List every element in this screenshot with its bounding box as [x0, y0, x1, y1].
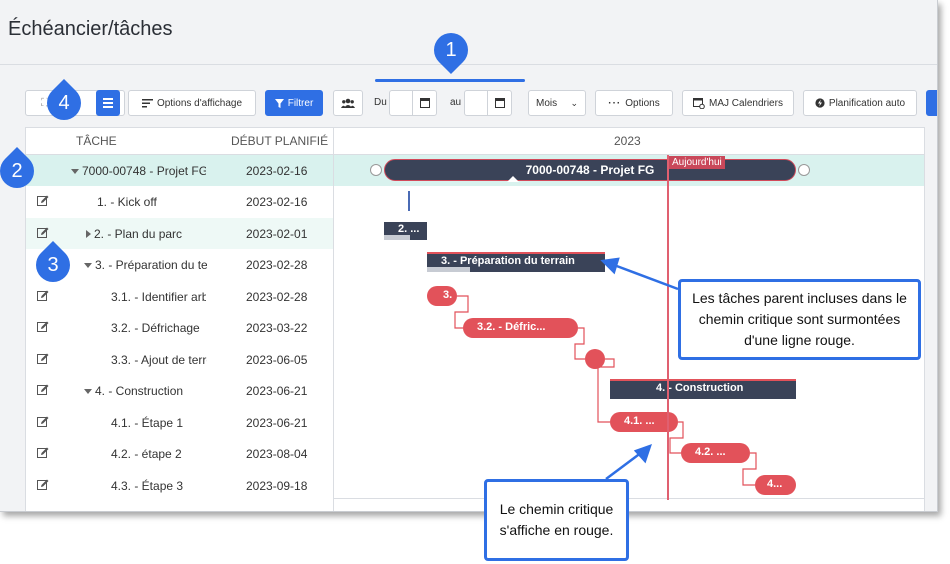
callout-arrows	[600, 257, 679, 480]
